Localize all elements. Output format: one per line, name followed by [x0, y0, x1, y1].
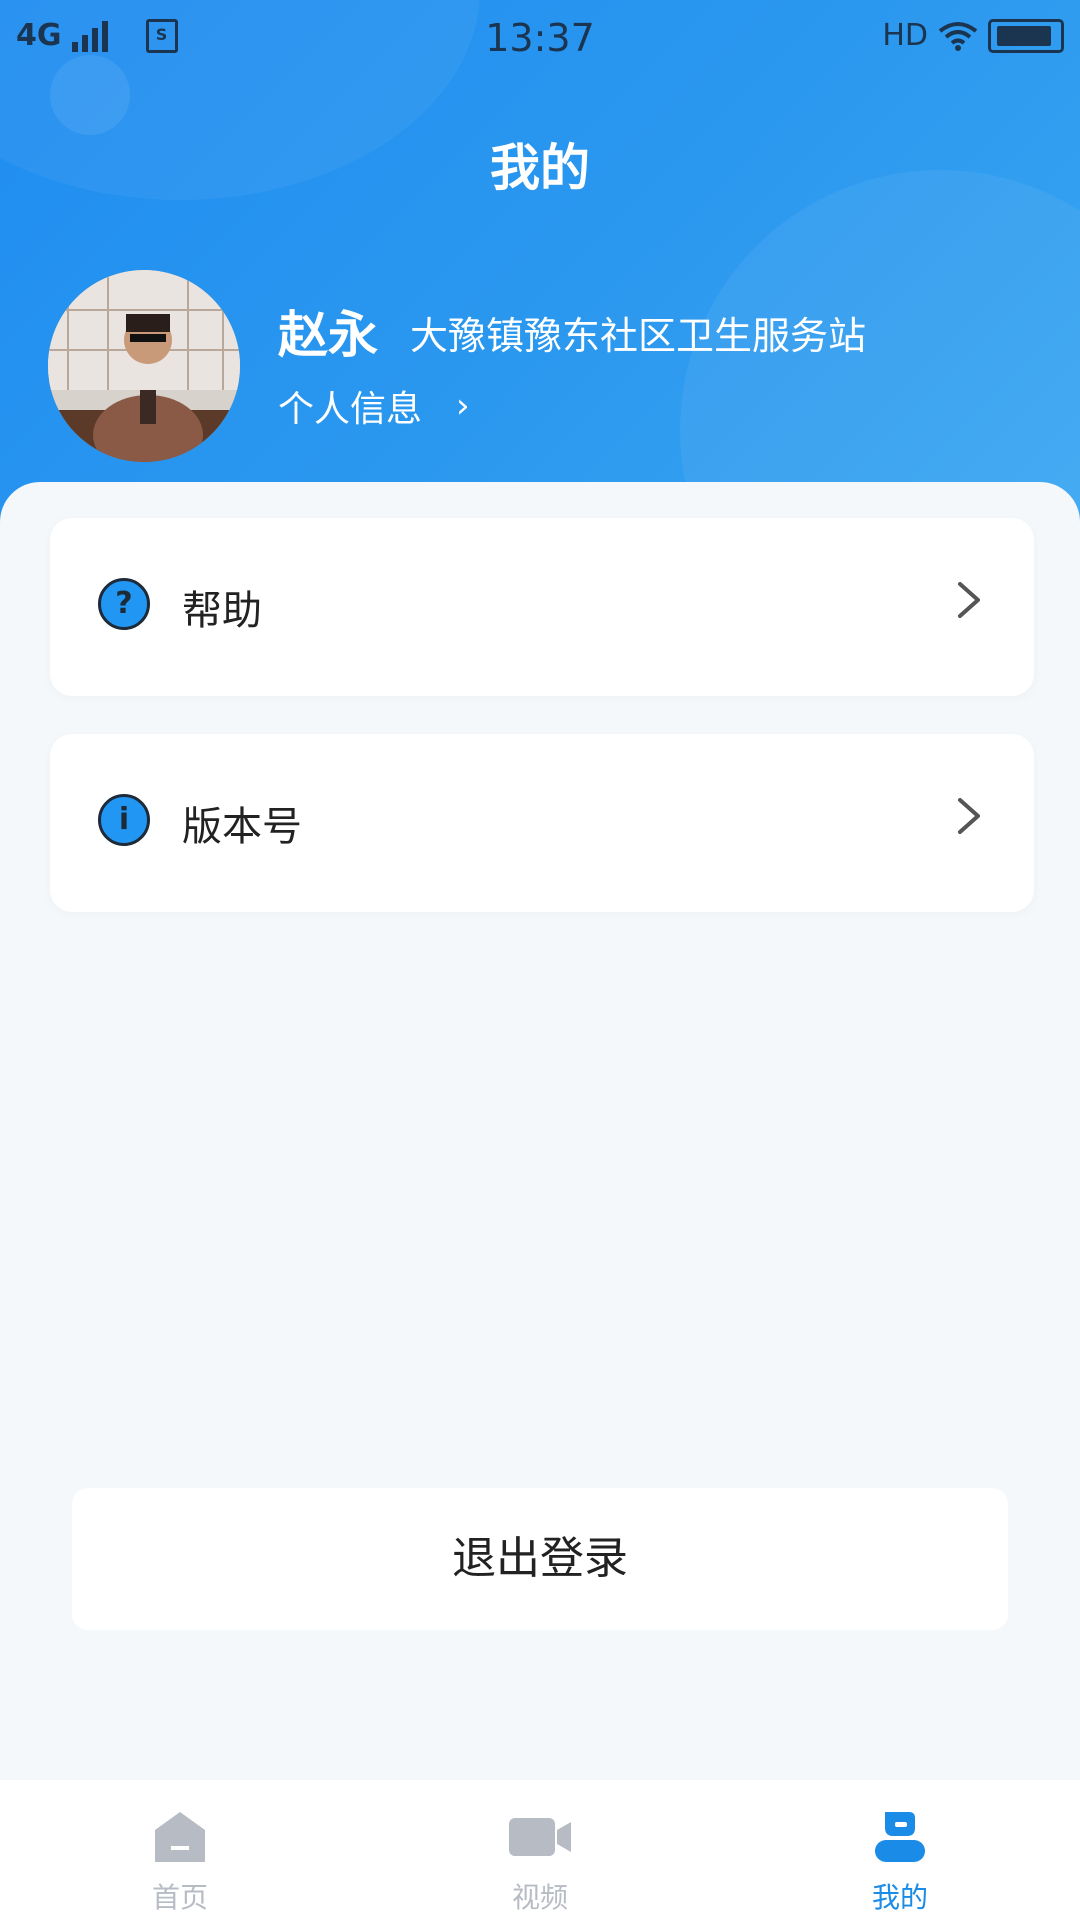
page-title: 我的: [490, 139, 590, 197]
home-icon: [155, 1812, 205, 1862]
tab-video[interactable]: 视频: [360, 1780, 720, 1920]
user-name: 赵永: [278, 306, 378, 364]
personal-info-label: 个人信息: [278, 389, 423, 430]
help-icon: ?: [98, 578, 150, 630]
video-camera-icon: [509, 1818, 571, 1856]
tab-label: 我的: [871, 1881, 928, 1914]
wifi-icon: [938, 21, 978, 51]
battery-icon: [988, 18, 1064, 53]
menu-item-version[interactable]: i 版本号: [50, 734, 1034, 912]
user-organization: 大豫镇豫东社区卫生服务站: [410, 314, 867, 358]
hd-indicator: HD: [882, 18, 928, 53]
tab-label: 首页: [151, 1881, 208, 1914]
chevron-right-icon: [958, 798, 980, 834]
avatar[interactable]: [48, 270, 240, 462]
menu-item-label: 帮助: [182, 588, 262, 634]
menu-item-label: 版本号: [182, 804, 302, 850]
tab-label: 视频: [511, 1881, 568, 1914]
user-icon: [875, 1812, 925, 1862]
tab-home[interactable]: 首页: [0, 1780, 360, 1920]
logout-button[interactable]: 退出登录: [72, 1488, 1008, 1630]
bottom-tab-bar: 首页 视频 我的: [0, 1780, 1080, 1920]
profile-header: 4G S 13:37 HD 我的 赵永 大豫镇豫东社区卫生服务站 个人信息 ›: [0, 0, 1080, 540]
status-bar: 4G S 13:37 HD: [0, 0, 1080, 78]
menu-item-help[interactable]: ? 帮助: [50, 518, 1034, 696]
chevron-right-icon: [958, 582, 980, 618]
personal-info-link[interactable]: 个人信息 ›: [278, 380, 470, 432]
avatar-photo: [48, 270, 240, 462]
tab-mine[interactable]: 我的: [720, 1780, 1080, 1920]
info-icon: i: [98, 794, 150, 846]
chevron-right-icon: ›: [456, 386, 470, 426]
